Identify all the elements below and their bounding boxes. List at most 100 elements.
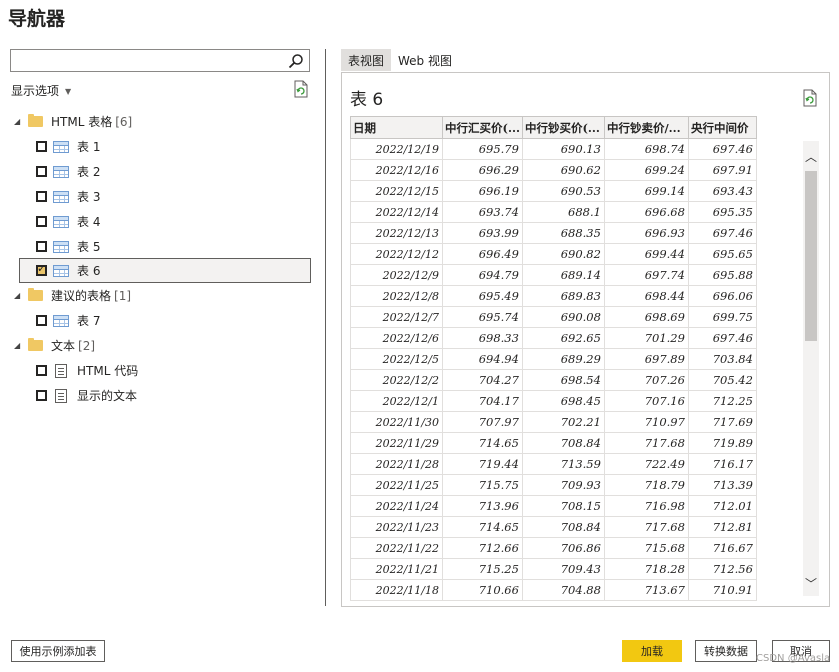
- tree-item-table-2[interactable]: 表 2: [36, 160, 100, 183]
- value-cell: 690.82: [521, 243, 605, 265]
- date-cell: 2022/12/2: [350, 369, 443, 391]
- value-cell: 708.84: [521, 516, 605, 538]
- value-cell: 697.46: [687, 138, 757, 160]
- collapse-arrow-icon[interactable]: ◢: [14, 341, 24, 350]
- value-cell: 697.74: [603, 264, 689, 286]
- tree-item-html-code[interactable]: HTML 代码: [36, 359, 138, 382]
- tree-item-table-6[interactable]: 表 6: [19, 258, 311, 283]
- value-cell: 713.59: [521, 453, 605, 475]
- checkbox[interactable]: [36, 166, 47, 177]
- checkbox-checked[interactable]: [36, 262, 47, 276]
- checkbox[interactable]: [36, 315, 47, 326]
- table-row: 2022/12/16 696.29 690.62 699.24 697.91: [350, 159, 757, 181]
- tree-item-table-1[interactable]: 表 1: [36, 135, 100, 158]
- refresh-icon[interactable]: [292, 80, 310, 98]
- value-cell: 698.33: [442, 327, 523, 349]
- search-icon[interactable]: [288, 53, 304, 69]
- value-cell: 708.84: [521, 432, 605, 454]
- column-header[interactable]: 中行汇买价(...: [442, 116, 523, 139]
- table-row: 2022/11/21 715.25 709.43 718.28 712.56: [350, 558, 757, 580]
- refresh-icon[interactable]: [801, 89, 819, 107]
- tree-item-table-4[interactable]: 表 4: [36, 210, 100, 233]
- value-cell: 698.74: [603, 138, 689, 160]
- tree-group-text[interactable]: ◢ 文本 [2]: [14, 334, 95, 357]
- date-cell: 2022/11/29: [350, 432, 443, 454]
- date-cell: 2022/12/9: [350, 264, 443, 286]
- column-header[interactable]: 中行钞买价(...: [521, 116, 605, 139]
- vertical-scrollbar[interactable]: ︿ ﹀: [803, 141, 819, 596]
- checkbox[interactable]: [36, 241, 47, 252]
- table-preview-panel: 表 6 日期 中行汇买价(... 中行钞买价(... 中行钞卖价/... 央行中…: [341, 72, 830, 607]
- value-cell: 708.15: [521, 495, 605, 517]
- value-cell: 697.89: [603, 348, 689, 370]
- checkbox[interactable]: [36, 191, 47, 202]
- tree-item-table-5[interactable]: 表 5: [36, 235, 100, 258]
- value-cell: 719.89: [687, 432, 757, 454]
- add-table-using-examples-button[interactable]: 使用示例添加表: [11, 640, 105, 662]
- tab-web-view[interactable]: Web 视图: [391, 49, 459, 71]
- tree-item-label: 表 6: [77, 264, 101, 278]
- date-cell: 2022/12/13: [350, 222, 443, 244]
- table-row: 2022/12/15 696.19 690.53 699.14 693.43: [350, 180, 757, 202]
- checkbox[interactable]: [36, 216, 47, 227]
- search-input[interactable]: [11, 50, 281, 71]
- tree-group-label: 文本: [51, 339, 76, 353]
- value-cell: 704.17: [442, 390, 523, 412]
- column-header[interactable]: 央行中间价: [687, 116, 757, 139]
- load-button[interactable]: 加载: [622, 640, 682, 662]
- value-cell: 718.79: [603, 474, 689, 496]
- tree-item-label: 表 5: [77, 240, 101, 254]
- value-cell: 709.93: [521, 474, 605, 496]
- table-row: 2022/11/28 719.44 713.59 722.49 716.17: [350, 453, 757, 475]
- value-cell: 718.28: [603, 558, 689, 580]
- tree-item-table-3[interactable]: 表 3: [36, 185, 100, 208]
- display-options-dropdown[interactable]: 显示选项 ▼: [11, 82, 71, 99]
- checkbox[interactable]: [36, 365, 47, 376]
- value-cell: 695.35: [687, 201, 757, 223]
- tree-group-html-tables[interactable]: ◢ HTML 表格 [6]: [14, 110, 132, 133]
- value-cell: 698.45: [521, 390, 605, 412]
- table-icon: [53, 264, 69, 277]
- collapse-arrow-icon[interactable]: ◢: [14, 291, 24, 300]
- table-row: 2022/11/30 707.97 702.21 710.97 717.69: [350, 411, 757, 433]
- table-row: 2022/11/18 710.66 704.88 713.67 710.91: [350, 579, 757, 601]
- value-cell: 712.25: [687, 390, 757, 412]
- checkbox[interactable]: [36, 390, 47, 401]
- tree-group-suggested-tables[interactable]: ◢ 建议的表格 [1]: [14, 284, 131, 307]
- value-cell: 707.16: [603, 390, 689, 412]
- pane-divider[interactable]: [325, 49, 326, 606]
- scroll-down-icon[interactable]: ﹀: [803, 576, 819, 592]
- tree-item-table-7[interactable]: 表 7: [36, 309, 100, 332]
- folder-icon: [28, 114, 43, 127]
- value-cell: 706.86: [521, 537, 605, 559]
- window-title: 导航器: [8, 8, 66, 30]
- search-box[interactable]: [10, 49, 310, 72]
- transform-data-button[interactable]: 转换数据: [695, 640, 757, 662]
- value-cell: 715.75: [442, 474, 523, 496]
- tree-item-display-text[interactable]: 显示的文本: [36, 384, 137, 407]
- value-cell: 696.68: [603, 201, 689, 223]
- value-cell: 699.75: [687, 306, 757, 328]
- value-cell: 696.49: [442, 243, 523, 265]
- table-icon: [53, 314, 69, 327]
- scroll-up-icon[interactable]: ︿: [803, 149, 819, 165]
- date-cell: 2022/12/6: [350, 327, 443, 349]
- table-row: 2022/12/1 704.17 698.45 707.16 712.25: [350, 390, 757, 412]
- date-cell: 2022/12/16: [350, 159, 443, 181]
- collapse-arrow-icon[interactable]: ◢: [14, 117, 24, 126]
- scrollbar-thumb[interactable]: [805, 171, 817, 341]
- column-header[interactable]: 日期: [350, 116, 443, 139]
- date-cell: 2022/11/25: [350, 474, 443, 496]
- date-cell: 2022/11/18: [350, 579, 443, 601]
- date-cell: 2022/11/22: [350, 537, 443, 559]
- tree-item-label: 显示的文本: [77, 389, 138, 403]
- column-header[interactable]: 中行钞卖价/...: [603, 116, 689, 139]
- value-cell: 693.74: [442, 201, 523, 223]
- tab-table-view[interactable]: 表视图: [341, 49, 392, 71]
- date-cell: 2022/11/28: [350, 453, 443, 475]
- value-cell: 688.35: [521, 222, 605, 244]
- checkbox[interactable]: [36, 141, 47, 152]
- tree-item-label: 表 1: [77, 140, 101, 154]
- value-cell: 715.25: [442, 558, 523, 580]
- table-icon: [53, 240, 69, 253]
